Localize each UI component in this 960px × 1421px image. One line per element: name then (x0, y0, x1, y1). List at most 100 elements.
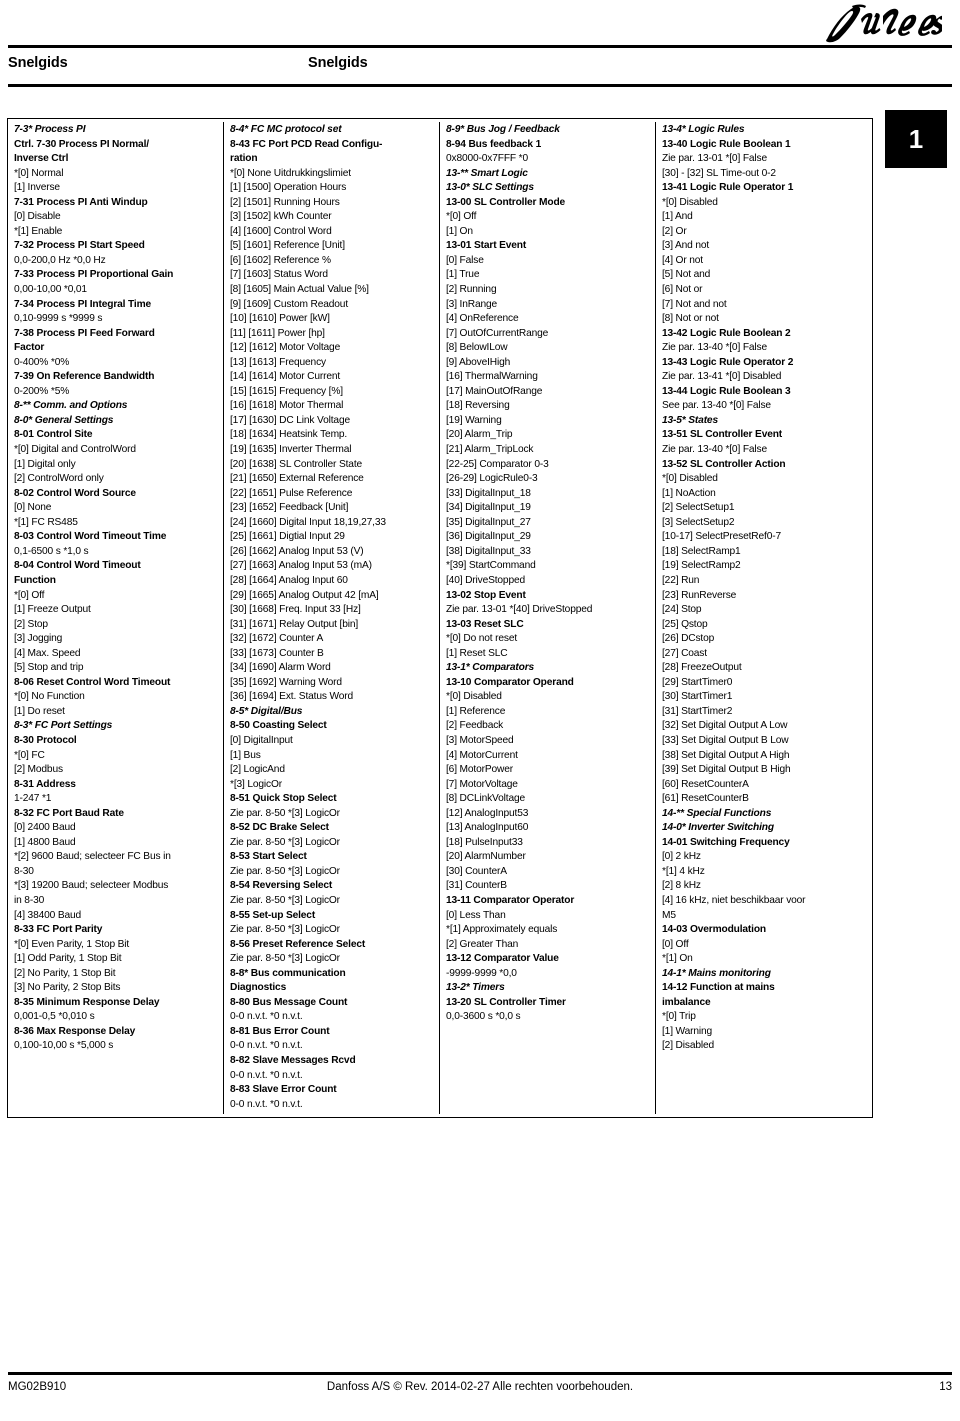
parameter-line: [33] Set Digital Output B Low (662, 734, 789, 746)
parameter-line: 13-02 Stop Event (446, 589, 526, 601)
parameter-line: [16] [1618] Motor Thermal (230, 400, 344, 412)
parameter-line: 13-11 Comparator Operator (446, 894, 575, 906)
parameter-line: [30] - [32] SL Time-out 0-2 (662, 167, 776, 179)
parameter-line: [31] [1671] Relay Output [bin] (230, 618, 359, 630)
header-title-left: Snelgids (8, 55, 68, 71)
parameter-line: 8-81 Bus Error Count (230, 1025, 330, 1037)
parameter-line: *[39] StartCommand (446, 560, 536, 572)
parameter-line: 13-12 Comparator Value (446, 953, 559, 965)
parameter-line: [1] True (446, 269, 480, 281)
parameter-line: 8-80 Bus Message Count (230, 996, 348, 1008)
parameter-line: *[0] FC (14, 749, 45, 761)
parameter-line: [0] Less Than (446, 909, 506, 921)
parameter-line: [32] [1672] Counter A (230, 633, 324, 645)
parameter-line: [34] [1690] Alarm Word (230, 662, 331, 674)
parameter-line: [3] InRange (446, 298, 498, 310)
parameter-line: *[1] 4 kHz (662, 865, 705, 877)
parameter-line: [38] DigitalInput_33 (446, 545, 531, 557)
parameter-line: [26] DCstop (662, 633, 715, 645)
parameter-line: 8-53 Start Select (230, 851, 307, 863)
footer-copyright: Danfoss A/S © Rev. 2014-02-27 Alle recht… (326, 1381, 634, 1393)
parameter-line: [2] SelectSetup1 (662, 502, 735, 514)
parameter-line: [1] On (446, 225, 473, 237)
parameter-line: *[0] No Function (14, 691, 85, 703)
parameter-column-2: 8-4* FC MC protocol set 8-43 FC Port PCD … (224, 122, 440, 1115)
parameter-line: 1-247 *1 (14, 793, 52, 805)
parameter-line: [24] Stop (662, 604, 702, 616)
parameter-line: 8-3* FC Port Settings (14, 720, 113, 732)
parameter-line: 13-40 Logic Rule Boolean 1 (662, 138, 791, 150)
parameter-line: [3] SelectSetup2 (662, 516, 735, 528)
parameter-line: Factor (14, 342, 45, 354)
parameter-line: 8-5* Digital/Bus (230, 705, 303, 717)
parameter-line: Zie par. 8-50 *[3] LogicOr (230, 924, 340, 936)
parameter-line: [34] DigitalInput_19 (446, 502, 531, 514)
parameter-line: 8-54 Reversing Select (230, 880, 333, 892)
parameter-line: [21] [1650] External Reference (230, 473, 364, 485)
parameter-line: 8-31 Address (14, 778, 76, 790)
parameter-line: [31] CounterB (446, 880, 507, 892)
parameter-line: *[1] FC RS485 (14, 516, 78, 528)
parameter-line: Zie par. 8-50 *[3] LogicOr (230, 836, 340, 848)
parameter-line: [2] Stop (14, 618, 48, 630)
parameter-line: 8-06 Reset Control Word Timeout (14, 676, 171, 688)
parameter-line: 8-56 Preset Reference Select (230, 938, 366, 950)
parameter-line: 8-04 Control Word Timeout (14, 560, 141, 572)
parameter-line: [2] Feedback (446, 720, 504, 732)
parameter-line: 14-0* Inverter Switching (662, 822, 774, 834)
parameter-line: [6] [1602] Reference % (230, 254, 331, 266)
parameter-line: Function (14, 574, 56, 586)
parameter-line: 8-30 Protocol (14, 734, 77, 746)
parameter-line: [2] [1501] Running Hours (230, 196, 340, 208)
parameter-line: [28] FreezeOutput (662, 662, 742, 674)
parameter-line: [17] MainOutOfRange (446, 385, 543, 397)
parameter-line: 13-5* States (662, 414, 718, 426)
parameter-line: [27] [1663] Analog Input 53 (mA) (230, 560, 372, 572)
parameter-line: 0,1-6500 s *1,0 s (14, 545, 89, 557)
danfoss-logo (824, 4, 942, 46)
parameter-line: 13-42 Logic Rule Boolean 2 (662, 327, 791, 339)
parameter-line: 0-0 n.v.t. *0 n.v.t. (230, 1098, 303, 1110)
parameter-line: [2] ControlWord only (14, 473, 104, 485)
parameter-line: 7-39 On Reference Bandwidth (14, 371, 155, 383)
parameter-line: [3] No Parity, 2 Stop Bits (14, 982, 121, 994)
parameter-line: [22-25] Comparator 0-3 (446, 458, 549, 470)
parameter-line: 13-01 Start Event (446, 240, 527, 252)
parameter-line: [30] CounterA (446, 865, 507, 877)
parameter-line: 0-0 n.v.t. *0 n.v.t. (230, 1069, 303, 1081)
parameter-line: 13-41 Logic Rule Operator 1 (662, 182, 794, 194)
parameter-line: 8-9* Bus Jog / Feedback (446, 124, 560, 135)
parameter-line: 0x8000-0x7FFF *0 (446, 153, 528, 165)
parameter-line: [25] [1661] Digtial Input 29 (230, 531, 345, 543)
parameter-line: [29] StartTimer0 (662, 676, 733, 688)
parameter-line: [1] Inverse (14, 182, 60, 194)
parameter-line: [8] [1605] Main Actual Value [%] (230, 284, 369, 296)
parameter-line: *[0] Off (14, 589, 45, 601)
parameter-line: [6] Not or (662, 284, 703, 296)
parameter-line: [10] [1610] Power [kW] (230, 313, 330, 325)
parameter-line: *[0] Normal (14, 167, 64, 179)
parameter-line: 8-94 Bus feedback 1 (446, 138, 542, 150)
parameter-line: 8-51 Quick Stop Select (230, 793, 337, 805)
parameter-line: [23] [1652] Feedback [Unit] (230, 502, 349, 514)
parameter-line: [30] [1668] Freq. Input 33 [Hz] (230, 604, 361, 616)
parameter-line: 13-1* Comparators (446, 662, 535, 674)
parameter-line: [16] ThermalWarning (446, 371, 538, 383)
parameter-line: *[0] Trip (662, 1011, 696, 1023)
parameter-line: 13-** Smart Logic (446, 167, 528, 179)
parameter-line: [35] [1692] Warning Word (230, 676, 342, 688)
parameter-line: [4] OnReference (446, 313, 519, 325)
parameter-line: [1] Reset SLC (446, 647, 508, 659)
parameter-line: in 8-30 (14, 894, 45, 906)
parameter-line: [5] Stop and trip (14, 662, 84, 674)
parameter-line: [4] [1600] Control Word (230, 225, 332, 237)
parameter-line: 0-400% *0% (14, 356, 70, 368)
header-title-mid: Snelgids (308, 55, 368, 71)
parameter-line: Zie par. 8-50 *[3] LogicOr (230, 865, 340, 877)
parameter-line: 13-51 SL Controller Event (662, 429, 783, 441)
parameter-line: [10-17] SelectPresetRef0-7 (662, 531, 781, 543)
parameter-line: 13-0* SLC Settings (446, 182, 534, 194)
parameter-line: [2] LogicAnd (230, 764, 285, 776)
parameter-line: [1] Warning (662, 1025, 713, 1037)
parameter-line: 7-34 Process PI Integral Time (14, 298, 152, 310)
